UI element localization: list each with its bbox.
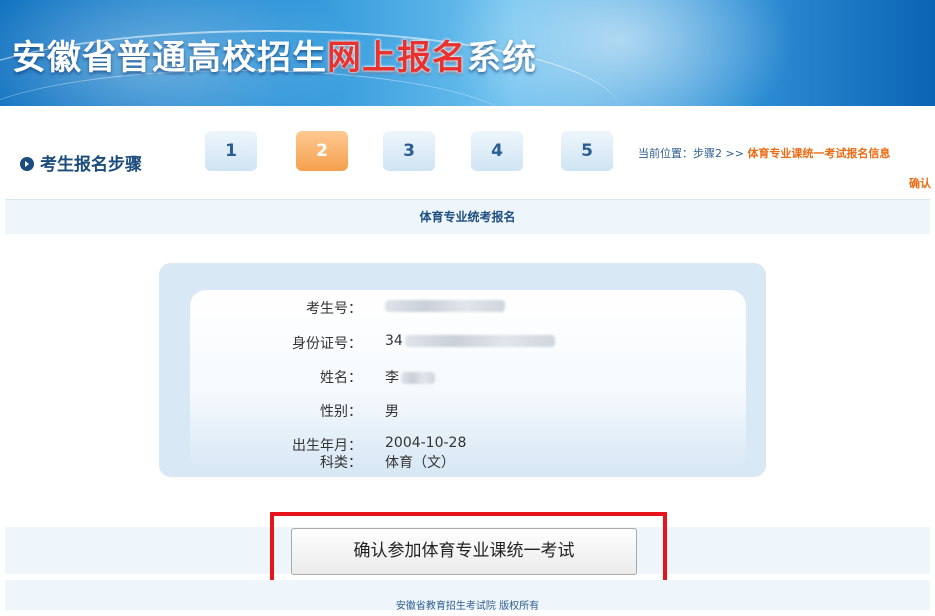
field-value [385, 298, 505, 314]
step-1[interactable]: 1 [205, 131, 257, 171]
field-value: 34 [385, 333, 555, 349]
field-value: 李 [385, 367, 435, 387]
steps-heading: 考生报名步骤 [20, 150, 142, 175]
system-title-pre: 安徽省普通高校招生 [12, 38, 327, 78]
footer-copyright: 安徽省教育招生考试院 版权所有 [395, 601, 540, 612]
step-4[interactable]: 4 [471, 131, 523, 171]
field-row-category: 科类： 体育（文） [190, 452, 746, 476]
system-title-post: 系统 [467, 38, 537, 78]
breadcrumb-current-tail: 确认 [909, 177, 931, 190]
field-value: 2004-10-28 [385, 435, 467, 451]
step-5[interactable]: 5 [561, 131, 613, 171]
breadcrumb-current: 体育专业课统一考试报名信息 [747, 147, 891, 160]
step-2[interactable]: 2 [296, 131, 348, 171]
steps-heading-text: 考生报名步骤 [40, 155, 142, 175]
candidate-info-card: 考生号： 身份证号： 34 姓名： 李 性别： 男 出生年月： 2004-10-… [190, 290, 746, 470]
field-label: 科类： [320, 455, 362, 471]
system-title: 安徽省普通高校招生网上报名系统 [12, 30, 537, 79]
redacted-value [404, 335, 555, 347]
field-row-id-number: 身份证号： 34 [190, 333, 746, 357]
field-row-name: 姓名： 李 [190, 367, 746, 391]
redacted-value [401, 372, 435, 384]
field-row-gender: 性别： 男 [190, 401, 746, 425]
system-title-highlight: 网上报名 [327, 38, 467, 78]
field-label: 身份证号： [292, 336, 362, 352]
step-3[interactable]: 3 [383, 131, 435, 171]
breadcrumb: 当前位置：步骤2 >> 体育专业课统一考试报名信息 [638, 145, 890, 161]
bullet-arrow-icon [20, 157, 34, 171]
header-banner: 安徽省普通高校招生网上报名系统 [0, 0, 935, 106]
candidate-info-panel: 考生号： 身份证号： 34 姓名： 李 性别： 男 出生年月： 2004-10-… [159, 263, 766, 477]
field-label: 性别： [320, 404, 362, 420]
section-title: 体育专业统考报名 [419, 210, 516, 224]
field-value: 体育（文） [385, 455, 455, 471]
field-row-exam-number: 考生号： [190, 298, 746, 322]
redacted-value [385, 300, 505, 312]
breadcrumb-prefix: 当前位置：步骤2 >> [638, 147, 748, 160]
field-label: 考生号： [306, 301, 362, 317]
field-label: 姓名： [320, 370, 362, 386]
field-value: 男 [385, 404, 399, 420]
section-header: 体育专业统考报名 [5, 199, 930, 234]
